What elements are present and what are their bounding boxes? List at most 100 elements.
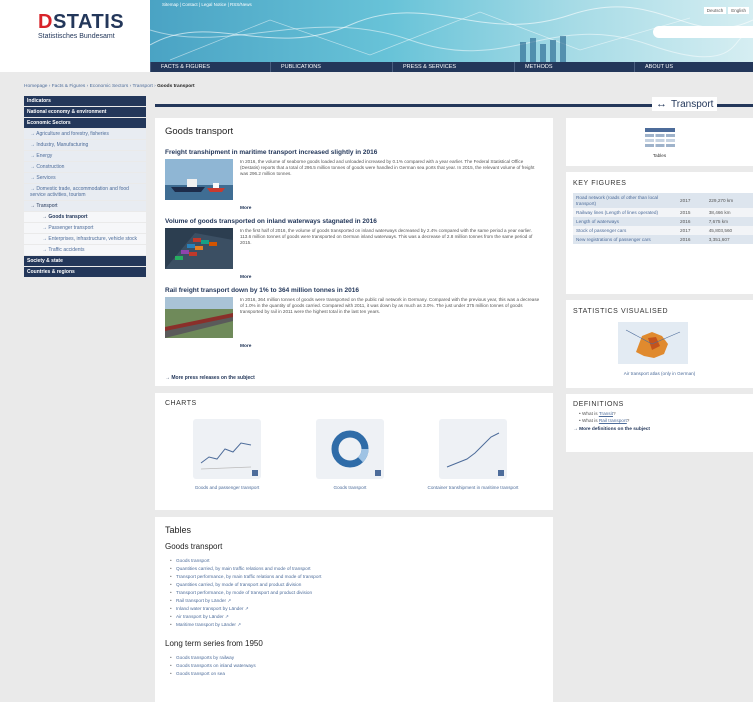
sidebar-item-services[interactable]: → Services: [24, 173, 146, 183]
chart-thumb-container[interactable]: [439, 419, 507, 479]
article-headline[interactable]: Rail freight transport down by 1% to 364…: [165, 287, 543, 294]
press-releases-link[interactable]: → More press releases on the subject: [165, 375, 255, 381]
definitions-list: • What is Transit? • What is Rail transp…: [573, 411, 746, 424]
breadcrumb-homepage[interactable]: Homepage: [24, 84, 47, 89]
article-inland-waterways: Volume of goods transported on inland wa…: [165, 218, 543, 287]
table-link[interactable]: Air transport by Länder ↗: [165, 613, 543, 621]
container-ship-image: [165, 228, 233, 269]
nav-methods[interactable]: METHODS: [514, 62, 634, 72]
chart-thumb-goods-transport[interactable]: [316, 419, 384, 479]
sidebar-item-society-state[interactable]: Society & state: [24, 256, 146, 266]
destatis-logo[interactable]: DSTATIS Statistisches Bundesamt: [38, 12, 148, 40]
logo-letter-d: D: [38, 11, 53, 33]
tables-teaser[interactable]: Tables: [566, 118, 753, 166]
breadcrumb-transport[interactable]: Transport: [132, 84, 152, 89]
breadcrumb-economic-sectors[interactable]: Economic Sectors: [90, 84, 129, 89]
map-thumbnail[interactable]: [618, 322, 688, 364]
definitions-box: DEFINITIONS • What is Transit? • What is…: [566, 394, 753, 452]
table-link[interactable]: Inland water transport by Länder ↗: [165, 605, 543, 613]
more-link[interactable]: More: [240, 275, 251, 280]
sidebar-item-passenger-transport[interactable]: → Passenger transport: [24, 223, 146, 233]
table-link[interactable]: Rail transport by Länder ↗: [165, 597, 543, 605]
chart-caption[interactable]: Container transhipment in maritime trans…: [418, 485, 528, 491]
sidebar-item-economic-sectors[interactable]: Economic Sectors: [24, 118, 146, 128]
sidebar-item-industry[interactable]: → Industry, Manufacturing: [24, 140, 146, 150]
chart-thumb-goods-passenger[interactable]: [193, 419, 261, 479]
key-figure-value: 229,270 km: [705, 193, 753, 208]
key-figure-year: 2017: [677, 193, 706, 208]
external-link-icon: ↗: [227, 598, 232, 603]
table-link[interactable]: Goods transport: [165, 557, 543, 565]
table-link[interactable]: Goods transports on inland waterways: [165, 662, 543, 670]
sidebar-item-energy[interactable]: → Energy: [24, 151, 146, 161]
goods-transport-list: Goods transport Quantities carried, by m…: [165, 557, 543, 629]
key-figure-value: 45,803,560: [705, 226, 753, 235]
top-links[interactable]: Sitemap | Contact | Legal Notice | RSS/N…: [162, 2, 252, 7]
sidebar-item-national-economy[interactable]: National economy & environment: [24, 107, 146, 117]
ship-image: [165, 159, 233, 200]
tables-box: Tables Goods transport Goods transport Q…: [155, 517, 553, 702]
goods-transport-heading: Goods transport: [165, 542, 223, 551]
table-link[interactable]: Goods transports by railway: [165, 654, 543, 662]
article-text: In the first half of 2016, the volume of…: [240, 228, 533, 246]
line-chart-icon: [200, 442, 252, 470]
external-link-icon: ↗: [244, 606, 249, 611]
charts-heading: CHARTS: [165, 400, 197, 407]
more-link[interactable]: More: [240, 206, 251, 211]
key-figure-label[interactable]: Railway lines (Length of lines operated): [573, 208, 677, 217]
nav-publications[interactable]: PUBLICATIONS: [270, 62, 392, 72]
topic-label: ↔ Transport: [652, 97, 718, 111]
sidebar-item-goods-transport[interactable]: → Goods transport: [24, 212, 146, 222]
table-row: Railway lines (Length of lines operated)…: [573, 208, 753, 217]
table-link[interactable]: Transport performance, by main traffic r…: [165, 573, 543, 581]
sidebar-item-indicators[interactable]: Indicators: [24, 96, 146, 106]
key-figure-year: 2016: [677, 217, 706, 226]
definition-link-transit[interactable]: Transit: [599, 411, 613, 416]
nav-press-services[interactable]: PRESS & SERVICES: [392, 62, 514, 72]
lang-de-link[interactable]: Deutsch: [703, 7, 727, 14]
statistics-visualised-heading: STATISTICS VISUALISED: [573, 308, 669, 315]
definition-link-rail[interactable]: Rail transport: [599, 418, 627, 423]
page-title: Goods transport: [165, 126, 234, 137]
table-link[interactable]: Quantities carried, by main traffic rela…: [165, 565, 543, 573]
article-headline[interactable]: Freight transhipment in maritime transpo…: [165, 149, 543, 156]
sidebar-item-agriculture[interactable]: → Agriculture and forestry, fisheries: [24, 129, 146, 139]
key-figure-label[interactable]: Road network (roads of other than local …: [573, 193, 677, 208]
chart-zoom-icon: [252, 470, 258, 476]
nav-facts-figures[interactable]: FACTS & FIGURES: [150, 62, 270, 72]
key-figure-year: 2017: [677, 226, 706, 235]
sidebar-item-construction[interactable]: → Construction: [24, 162, 146, 172]
logo-letters: STATIS: [52, 11, 125, 33]
chart-caption[interactable]: Goods and passenger transport: [172, 485, 282, 491]
key-figure-value: 7,675 km: [705, 217, 753, 226]
nav-about-us[interactable]: ABOUT US: [634, 62, 753, 72]
more-definitions-link[interactable]: → More definitions on the subject: [573, 427, 746, 432]
sidebar-item-transport[interactable]: → Transport: [24, 201, 146, 211]
article-headline[interactable]: Volume of goods transported on inland wa…: [165, 218, 543, 225]
long-term-series-list: Goods transports by railway Goods transp…: [165, 654, 543, 678]
donut-chart-icon: [331, 430, 369, 468]
air-transport-atlas-link[interactable]: Air transport atlas (only in German): [566, 371, 753, 376]
table-link[interactable]: Maritime transport by Länder ↗: [165, 621, 543, 629]
lang-en-link[interactable]: English: [728, 7, 749, 14]
key-figure-label[interactable]: Stock of passenger cars: [573, 226, 677, 235]
table-link[interactable]: Goods transport on sea: [165, 670, 543, 678]
sidebar: Indicators National economy & environmen…: [24, 96, 146, 278]
sidebar-item-enterprises[interactable]: → Enterprises, infrastructure, vehicle s…: [24, 234, 146, 244]
search-input[interactable]: [653, 26, 753, 38]
key-figure-label[interactable]: Length of waterways: [573, 217, 677, 226]
double-arrow-icon: ↔: [656, 98, 667, 110]
more-link[interactable]: More: [240, 344, 251, 349]
chart-caption[interactable]: Goods transport: [295, 485, 405, 491]
definitions-heading: DEFINITIONS: [573, 401, 624, 408]
key-figure-label[interactable]: New registrations of passenger cars: [573, 235, 677, 244]
chart-zoom-icon: [375, 470, 381, 476]
sidebar-item-traffic-accidents[interactable]: → Traffic accidents: [24, 245, 146, 255]
table-link[interactable]: Transport performance, by mode of transp…: [165, 589, 543, 597]
sidebar-item-domestic-trade[interactable]: → Domestic trade, accommodation and food…: [24, 184, 146, 200]
breadcrumb-facts-figures[interactable]: Facts & Figures: [52, 84, 86, 89]
table-link[interactable]: Quantities carried, by mode of transport…: [165, 581, 543, 589]
site-header: DSTATIS Statistisches Bundesamt Sitemap …: [0, 0, 753, 72]
sidebar-item-countries-regions[interactable]: Countries & regions: [24, 267, 146, 277]
key-figures-table: Road network (roads of other than local …: [573, 193, 753, 244]
